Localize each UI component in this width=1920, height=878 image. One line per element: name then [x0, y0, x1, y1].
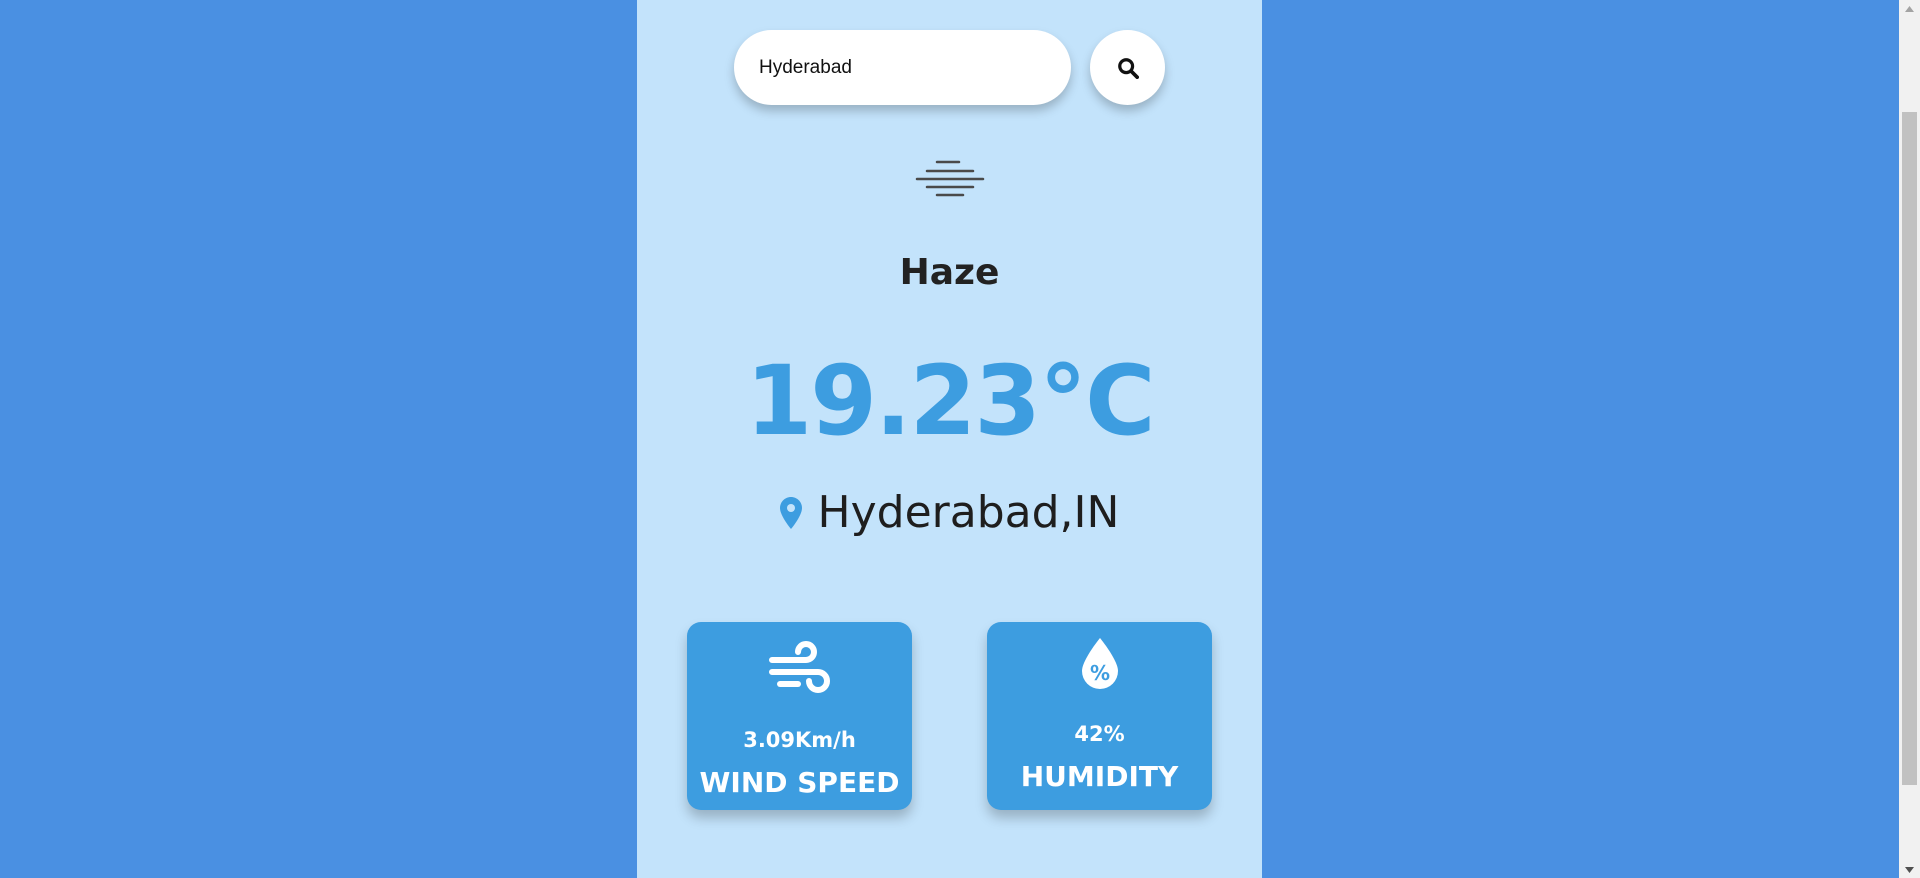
chevron-down-icon	[1905, 866, 1914, 873]
search-bar	[734, 30, 1165, 105]
temperature: 19.23°C	[745, 345, 1155, 457]
wind-speed-card: 3.09Km/h WIND SPEED	[687, 622, 912, 810]
humidity-value: 42%	[1074, 722, 1125, 746]
svg-text:%: %	[1089, 661, 1109, 685]
humidity-icon: %	[1081, 638, 1118, 689]
page-background: Haze 19.23°C Hyderabad,IN 3.09Km/h	[0, 0, 1899, 878]
vertical-scrollbar[interactable]	[1899, 0, 1920, 878]
scroll-down-arrow[interactable]	[1899, 861, 1920, 878]
location-pin-icon	[779, 496, 802, 529]
humidity-card: % 42% HUMIDITY	[987, 622, 1212, 810]
wind-icon	[768, 641, 830, 693]
search-button[interactable]	[1090, 30, 1165, 105]
haze-icon	[915, 160, 985, 197]
humidity-label: HUMIDITY	[1020, 760, 1179, 793]
location-text: Hyderabad,IN	[817, 487, 1120, 538]
search-input[interactable]	[734, 30, 1071, 105]
scroll-up-arrow[interactable]	[1899, 0, 1920, 17]
scroll-thumb[interactable]	[1902, 112, 1917, 785]
wind-speed-label: WIND SPEED	[699, 766, 900, 799]
location: Hyderabad,IN	[637, 487, 1262, 538]
weather-card: Haze 19.23°C Hyderabad,IN 3.09Km/h	[637, 0, 1262, 878]
search-icon	[1117, 57, 1139, 79]
chevron-up-icon	[1905, 5, 1914, 12]
weather-condition: Haze	[899, 252, 1000, 293]
wind-speed-value: 3.09Km/h	[743, 728, 856, 752]
